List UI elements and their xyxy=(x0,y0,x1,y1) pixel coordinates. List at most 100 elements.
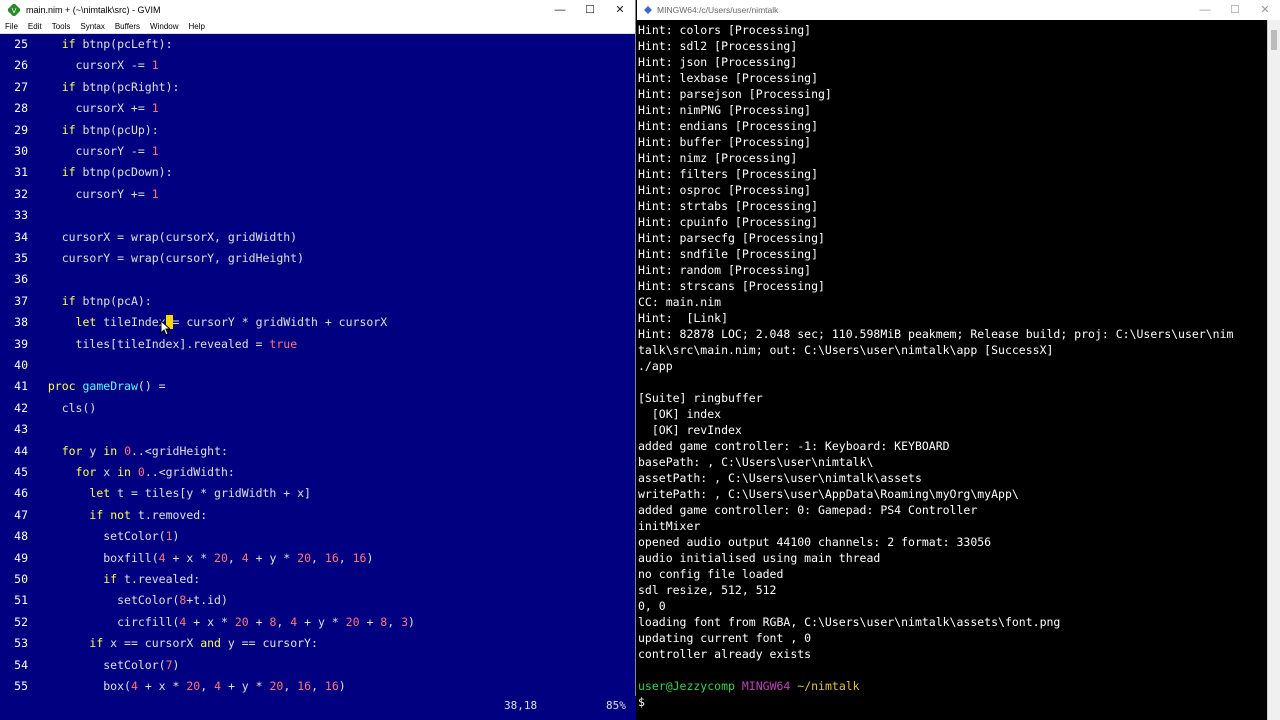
code-token: + x * xyxy=(186,614,235,629)
menu-window[interactable]: Window xyxy=(150,22,178,31)
line-number: 31 xyxy=(14,165,28,180)
code-line[interactable]: 28 cursorX += 1 xyxy=(6,98,159,119)
code-line[interactable]: 25 if btnp(pcLeft): xyxy=(6,34,172,55)
maximize-icon[interactable]: ☐ xyxy=(1220,0,1250,20)
menu-help[interactable]: Help xyxy=(189,22,205,31)
terminal-line: Hint: parsejson [Processing] xyxy=(638,87,832,101)
code-token: btnp(pcRight): xyxy=(75,79,180,94)
mingw-terminal-window[interactable]: MINGW64:/c/Users/user/nimtalk — ☐ ✕ Hint… xyxy=(637,0,1280,720)
terminal-titlebar[interactable]: MINGW64:/c/Users/user/nimtalk — ☐ ✕ xyxy=(637,0,1280,20)
code-line[interactable]: 36 xyxy=(6,269,34,290)
menu-tools[interactable]: Tools xyxy=(52,22,71,31)
code-line[interactable]: 33 xyxy=(6,205,34,226)
code-line[interactable]: 29 if btnp(pcUp): xyxy=(6,120,159,141)
code-token: + y * xyxy=(221,679,270,693)
code-editor[interactable]: 25 if btnp(pcLeft): 26 cursorX -= 1 27 if … xyxy=(6,34,636,696)
code-line[interactable]: 32 cursorY += 1 xyxy=(6,184,159,205)
code-line[interactable]: 54 setColor(7) xyxy=(6,655,179,676)
menu-file[interactable]: File xyxy=(5,22,18,31)
terminal-line: updating current font , 0 xyxy=(638,631,812,645)
close-icon[interactable]: ✕ xyxy=(1250,0,1280,20)
terminal-line: Hint: sndfile [Processing] xyxy=(638,247,819,261)
code-line[interactable]: 26 cursorX -= 1 xyxy=(6,55,159,76)
code-line[interactable]: 46 let t = tiles[y * gridWidth + x] xyxy=(6,483,311,504)
maximize-icon[interactable]: ☐ xyxy=(575,0,605,20)
line-number: 36 xyxy=(14,272,28,287)
code-token: cursorX -= xyxy=(75,58,152,73)
code-token: 20 xyxy=(297,550,312,565)
terminal-output[interactable]: Hint: colors [Processing] Hint: sdl2 [Pro… xyxy=(638,22,1266,710)
terminal-scrollbar[interactable] xyxy=(1267,20,1280,720)
terminal-line: audio initialised using main thread xyxy=(638,551,881,565)
code-line[interactable]: 44 for y in 0..<gridHeight: xyxy=(6,441,228,462)
code-token: 16 xyxy=(324,550,339,565)
code-token: 1 xyxy=(151,144,159,158)
line-number: 29 xyxy=(14,122,28,137)
gvim-titlebar[interactable]: V main.nim + (~\nimtalk\src) - GVIM — ☐ … xyxy=(0,0,635,20)
code-token: t = tiles[y * gridWidth + x] xyxy=(110,486,311,501)
terminal-line: [OK] revIndex xyxy=(638,423,742,437)
code-token: if xyxy=(61,293,76,308)
code-line[interactable]: 42 cls() xyxy=(6,398,96,419)
code-line[interactable]: 49 boxfill(4 + x * 20, 4 + y * 20, 16, 1… xyxy=(6,548,373,569)
code-line[interactable]: 47 if not t.removed: xyxy=(6,505,207,526)
code-line[interactable]: 27 if btnp(pcRight): xyxy=(6,77,179,98)
code-token: 1 xyxy=(151,58,159,73)
terminal-title: MINGW64:/c/Users/user/nimtalk xyxy=(657,5,779,15)
code-line[interactable]: 40 xyxy=(6,355,34,376)
terminal-prompt: user@Jezzycomp MINGW64 ~/nimtalk xyxy=(638,678,1266,694)
terminal-input-line[interactable]: $ xyxy=(638,694,1266,710)
code-line[interactable]: 41 proc gameDraw() = xyxy=(6,376,165,397)
terminal-line: writePath: , C:\Users\user\AppData\Roami… xyxy=(638,487,1019,501)
code-token: y == cursorY: xyxy=(220,636,318,651)
line-number: 55 xyxy=(14,679,28,693)
code-token: , xyxy=(227,550,242,565)
code-line[interactable]: 53 if x == cursorX and y == cursorY: xyxy=(6,633,318,654)
menu-syntax[interactable]: Syntax xyxy=(80,22,104,31)
code-line[interactable]: 52 circfill(4 + x * 20 + 8, 4 + y * 20 +… xyxy=(6,612,415,633)
code-token: true xyxy=(269,336,298,351)
code-line[interactable]: 31 if btnp(pcDown): xyxy=(6,162,172,183)
terminal-line: sdl resize, 512, 512 xyxy=(638,583,777,597)
code-line[interactable]: 43 xyxy=(6,419,34,440)
code-line[interactable]: 30 cursorY -= 1 xyxy=(6,141,159,162)
code-token: = cursorY * gridWidth + cursorX xyxy=(172,315,388,330)
code-token: 4 xyxy=(214,679,222,693)
code-line[interactable]: 37 if btnp(pcA): xyxy=(6,291,152,312)
code-token: ..<gridWidth: xyxy=(144,465,235,479)
gvim-window[interactable]: V main.nim + (~\nimtalk\src) - GVIM — ☐ … xyxy=(0,0,636,720)
code-line[interactable]: 51 setColor(8+t.id) xyxy=(6,590,228,611)
line-number: 39 xyxy=(14,336,28,351)
code-line[interactable]: 45 for x in 0..<gridWidth: xyxy=(6,462,235,483)
line-number: 32 xyxy=(14,186,28,201)
code-token: , xyxy=(387,614,402,629)
code-token: 20 xyxy=(345,614,360,629)
minimize-icon[interactable]: — xyxy=(545,0,575,20)
menu-buffers[interactable]: Buffers xyxy=(115,22,140,31)
code-token: setColor( xyxy=(117,593,180,608)
code-line[interactable]: 38 let tileIndex = cursorY * gridWidth +… xyxy=(6,312,387,333)
code-token: +t.id) xyxy=(186,593,228,608)
terminal-line: CC: main.nim xyxy=(638,295,722,309)
code-token: 1 xyxy=(151,101,159,116)
code-line[interactable]: 50 if t.revealed: xyxy=(6,569,200,590)
code-line[interactable]: 55 box(4 + x * 20, 4 + y * 20, 16, 16) xyxy=(6,676,346,697)
minimize-icon[interactable]: — xyxy=(1190,0,1220,20)
prompt-dir: ~/nimtalk xyxy=(797,679,860,693)
terminal-line: Hint: sdl2 [Processing] xyxy=(638,39,798,53)
scrollbar-thumb[interactable] xyxy=(1271,30,1277,50)
code-line[interactable]: 35 cursorY = wrap(cursorY, gridHeight) xyxy=(6,248,304,269)
code-token: t.revealed: xyxy=(117,572,201,586)
line-number: 45 xyxy=(14,465,28,479)
terminal-line: Hint: nimz [Processing] xyxy=(638,151,798,165)
menu-edit[interactable]: Edit xyxy=(28,22,42,31)
code-line[interactable]: 34 cursorX = wrap(cursorX, gridWidth) xyxy=(6,227,297,248)
code-token: , xyxy=(276,614,291,629)
code-line[interactable]: 39 tiles[tileIndex].revealed = true xyxy=(6,334,297,355)
terminal-line: Hint: parsecfg [Processing] xyxy=(638,231,825,245)
close-icon[interactable]: ✕ xyxy=(605,0,635,20)
terminal-line: Hint: osproc [Processing] xyxy=(638,183,812,197)
code-line[interactable]: 48 setColor(1) xyxy=(6,526,179,547)
